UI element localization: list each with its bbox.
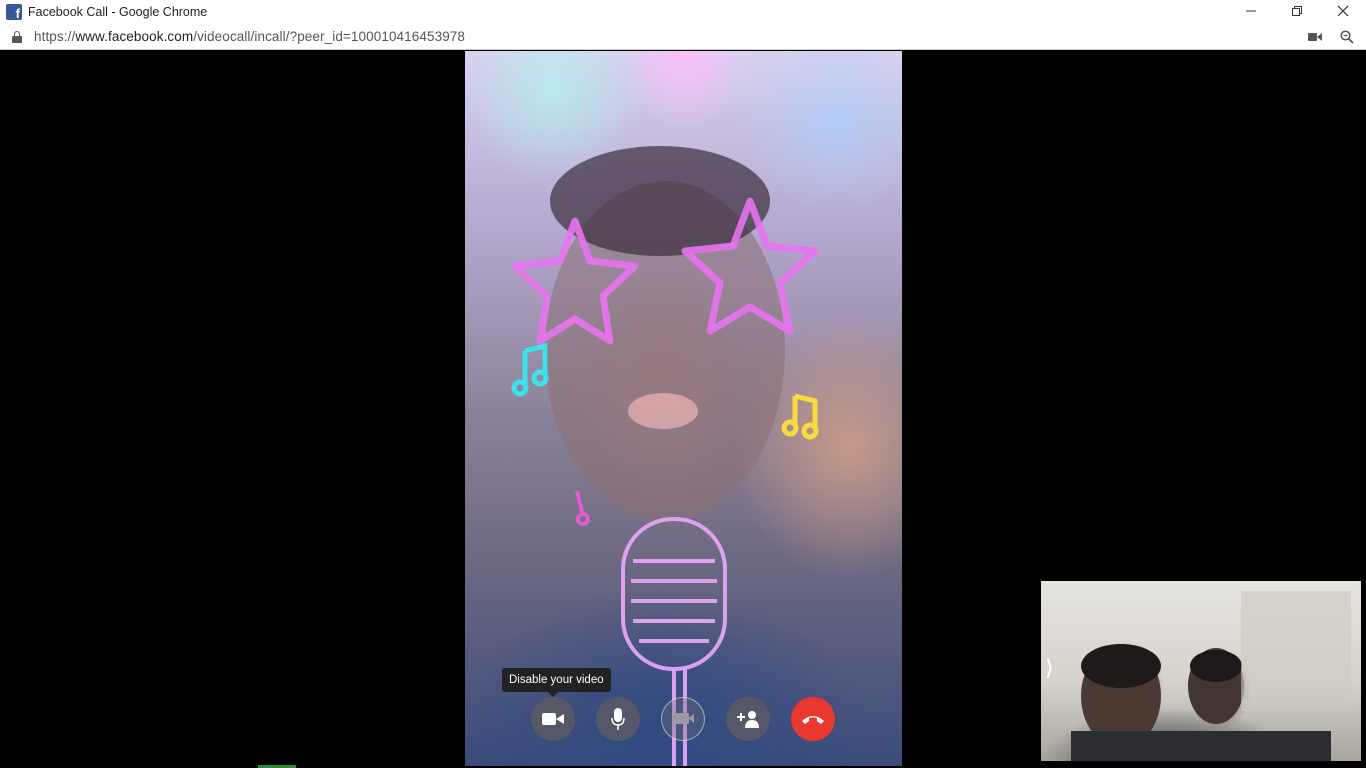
minimize-icon <box>1246 10 1256 12</box>
camera-icon[interactable] <box>1306 28 1324 46</box>
music-note-pink <box>575 490 590 526</box>
url-path: /videocall/incall/?peer_id=1000104164539… <box>193 29 466 44</box>
camera-filter-overlay <box>511 146 819 766</box>
call-controls <box>531 697 835 741</box>
url-text[interactable]: https://www.facebook.com/videocall/incal… <box>34 29 465 44</box>
minimize-button[interactable] <box>1228 0 1274 22</box>
tooltip: Disable your video <box>502 668 611 697</box>
call-stage: ⟩ Disable your video <box>0 51 1366 768</box>
music-note-yellow <box>781 393 819 440</box>
url-host: www.facebook.com <box>75 29 194 44</box>
window-title: Facebook Call - Google Chrome <box>28 5 208 19</box>
add-person-icon <box>737 711 759 728</box>
close-button[interactable] <box>1320 0 1366 22</box>
add-person-button[interactable] <box>726 697 770 741</box>
url-scheme: https:// <box>34 29 76 44</box>
zoom-icon[interactable] <box>1338 28 1356 46</box>
mute-button[interactable] <box>596 697 640 741</box>
lock-icon[interactable] <box>12 30 22 43</box>
window-controls <box>1228 0 1366 24</box>
pip-collapse-toggle[interactable]: ⟩ <box>1045 657 1054 679</box>
address-bar-actions <box>1306 28 1356 46</box>
video-camera-icon <box>542 713 564 725</box>
end-call-button[interactable] <box>791 697 835 741</box>
disable-video-button[interactable] <box>531 697 575 741</box>
remote-video <box>465 51 902 766</box>
phone-hangup-icon <box>802 716 824 724</box>
self-video-scene <box>1071 591 1351 761</box>
screen-share-button[interactable] <box>661 697 705 741</box>
facebook-icon: f <box>6 4 22 20</box>
self-video[interactable]: ⟩ <box>1041 581 1361 761</box>
address-bar[interactable]: https://www.facebook.com/videocall/incal… <box>0 24 1366 50</box>
screen-share-icon <box>673 713 694 724</box>
title-bar: f Facebook Call - Google Chrome <box>0 0 1366 24</box>
restore-icon <box>1292 6 1302 16</box>
tongue <box>628 393 698 429</box>
microphone-icon <box>611 708 625 730</box>
close-icon <box>1337 5 1349 17</box>
restore-button[interactable] <box>1274 0 1320 22</box>
music-note-cyan <box>511 342 549 397</box>
